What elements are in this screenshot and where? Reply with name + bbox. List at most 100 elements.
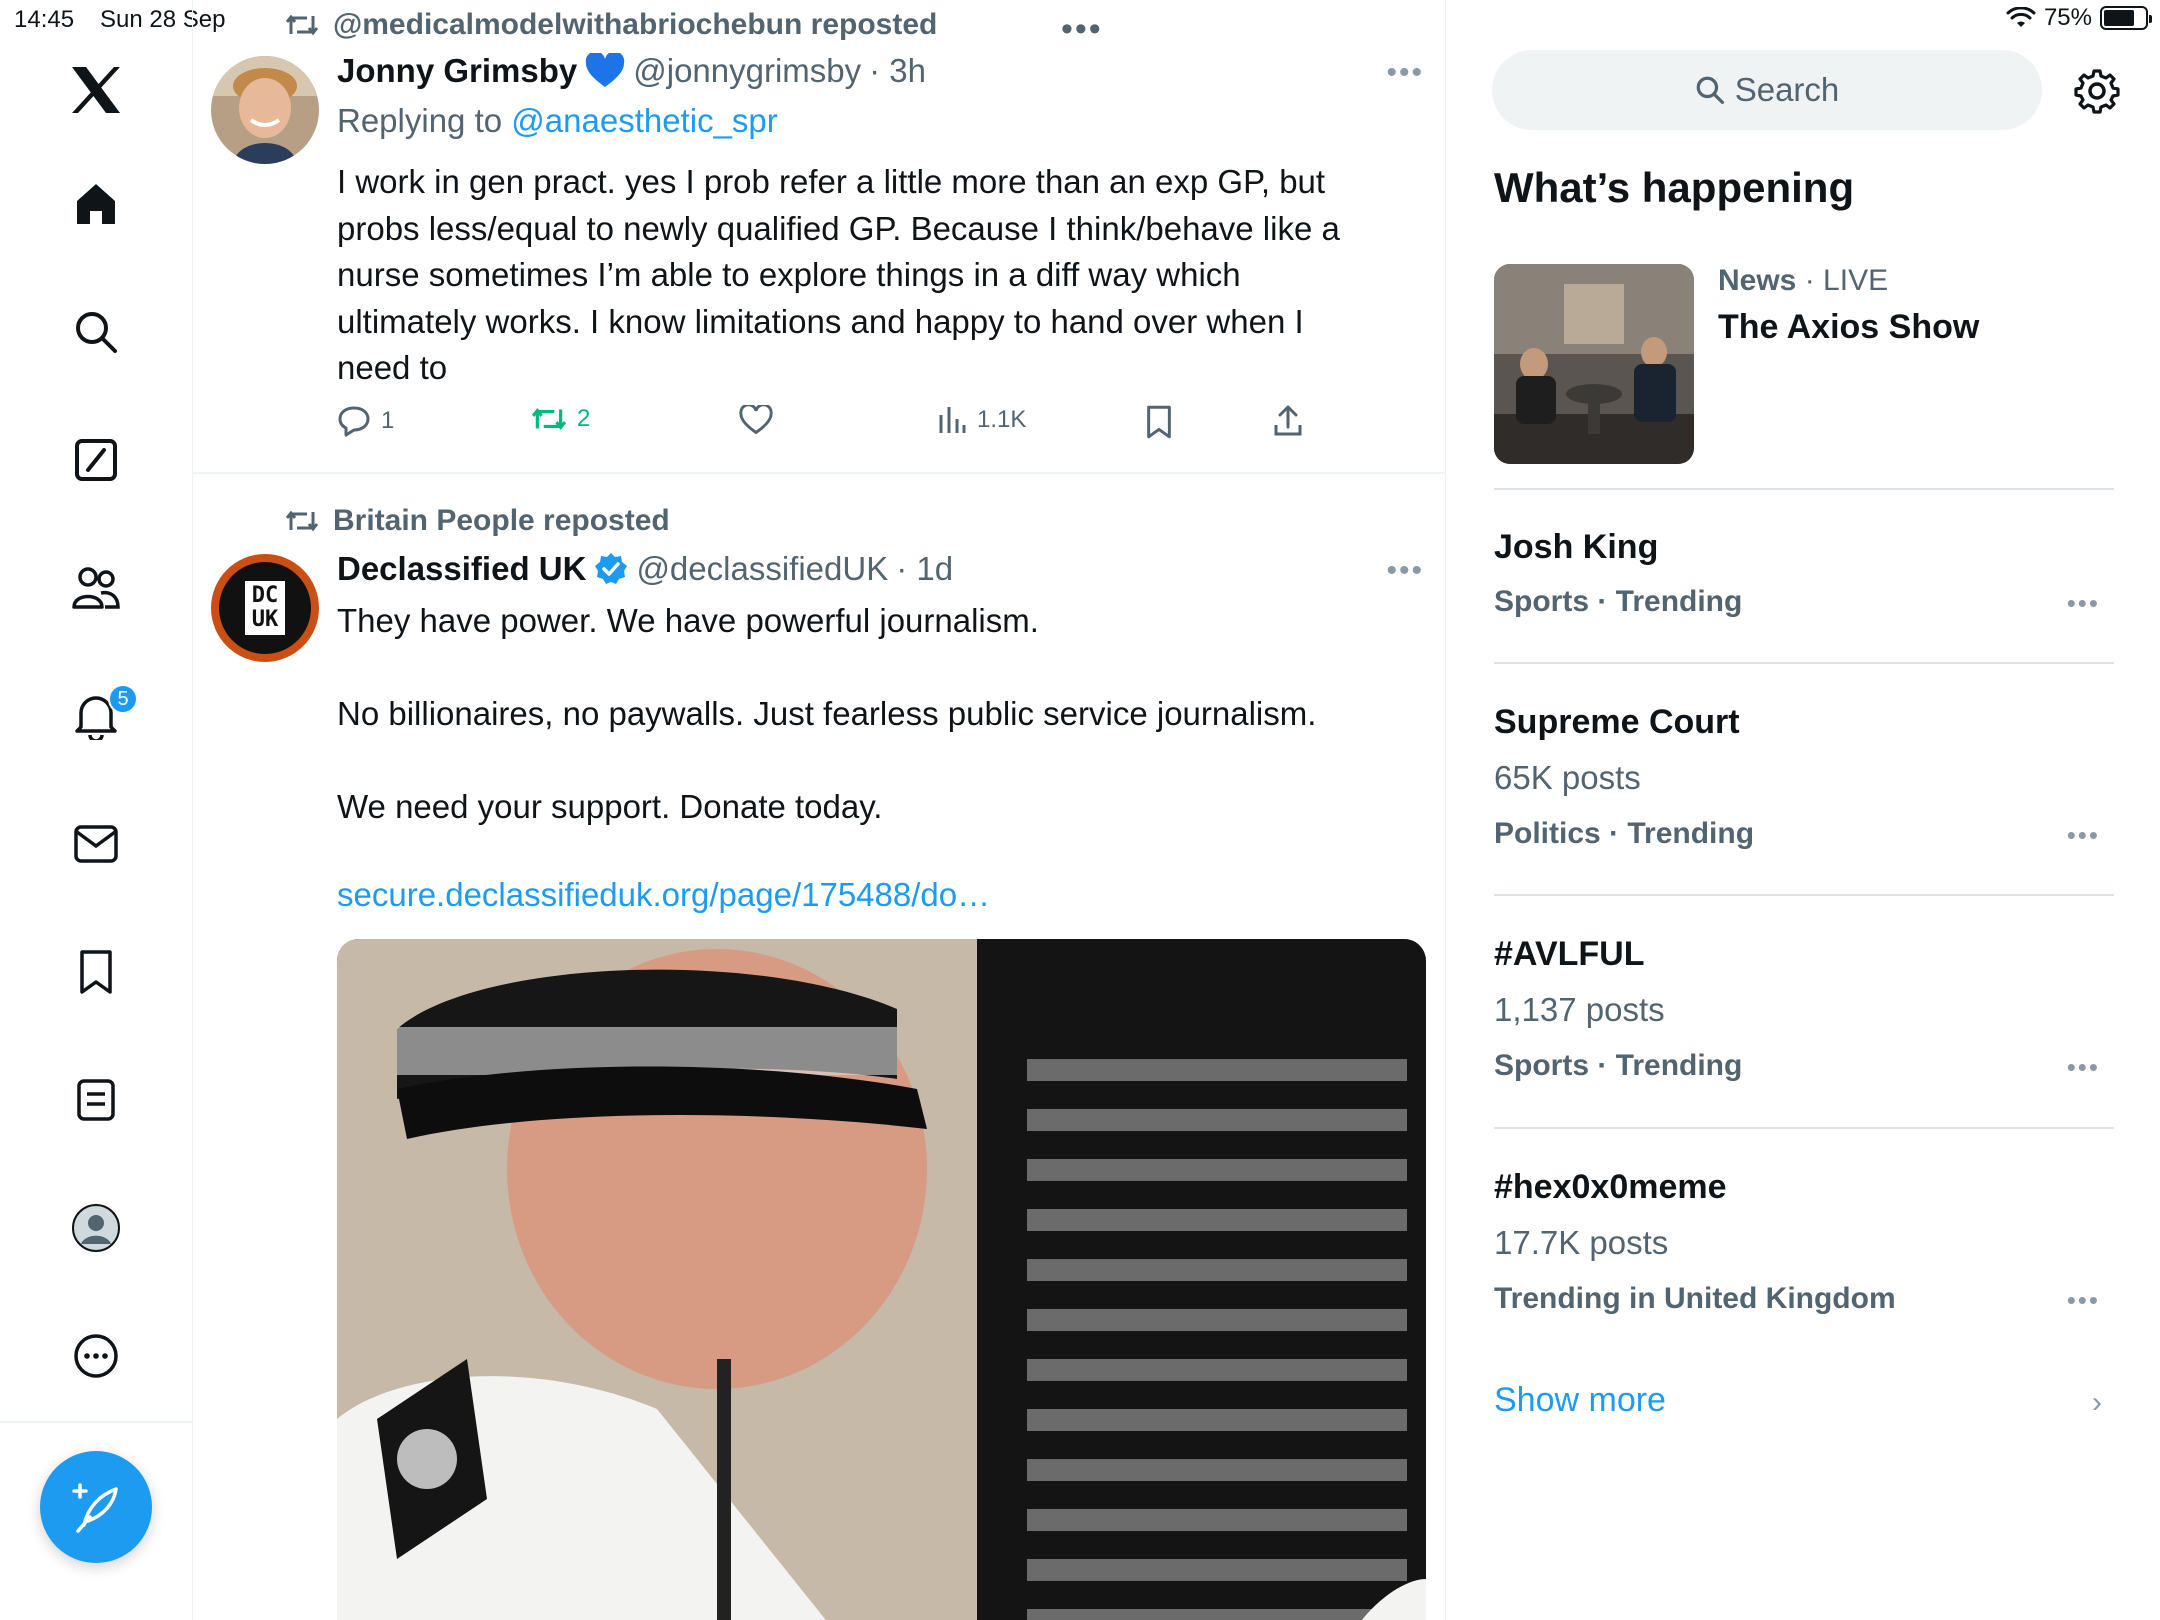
trend-more-icon[interactable]: ••• [2067,820,2100,851]
trend-title: #hex0x0meme [1494,1168,1727,1206]
compose-post-button[interactable] [40,1451,152,1563]
tweet-link[interactable]: secure.declassifieduk.org/page/175488/do… [337,876,990,914]
trend-more-icon[interactable]: ••• [2067,1052,2100,1083]
heart-icon [739,405,773,435]
trend-title: Supreme Court [1494,703,1740,741]
more-options-icon[interactable] [58,1318,134,1394]
reply-mention-link[interactable]: @anaesthetic_spr [511,102,777,139]
tweet-video-media[interactable] [337,939,1426,1620]
views-button[interactable]: 1.1K [937,405,1026,435]
repost-button[interactable]: 2 [531,405,590,433]
search-icon[interactable] [58,294,134,370]
repost-by-text: @medicalmodelwithabriochebun reposted [333,8,938,41]
trend-divider [1494,1127,2114,1129]
trend-count: 1,137 posts [1494,991,1665,1028]
whats-happening-title: What’s happening [1494,164,1855,211]
tweet-text: I work in gen pract. yes I prob refer a … [337,163,1350,386]
trend-divider [1494,894,2114,896]
trend-more-icon[interactable]: ••• [2067,588,2100,619]
chevron-right-icon[interactable]: › [2092,1386,2102,1420]
trend-divider [1494,662,2114,664]
trend-meta: Sports · Trending [1494,585,1743,618]
trend-meta: Politics · Trending [1494,817,1755,850]
x-logo-icon[interactable] [58,52,134,128]
home-icon[interactable] [58,166,134,242]
repost-icon [531,407,567,431]
communities-icon[interactable] [58,550,134,626]
reply-icon [338,406,370,437]
bookmark-button[interactable] [1145,405,1173,439]
repost-icon [285,14,319,36]
trend-more-icon[interactable]: ••• [2067,1285,2100,1316]
replying-to: Replying to @anaesthetic_spr [337,102,778,140]
repost-indicator: Britain People reposted [285,504,670,538]
tweet-time[interactable]: · 1d [896,550,953,588]
news-meta: News · LIVE [1718,264,1888,298]
trend-meta: Trending in United Kingdom [1494,1282,1896,1315]
tweet-time[interactable]: · 3h [869,52,926,90]
news-live-label: · LIVE [1804,264,1889,297]
avatar[interactable] [211,56,319,164]
repost-by-text: Britain People reposted [333,504,670,537]
tweet-declassified-uk[interactable]: Britain People reposted DC UK Declassifi… [193,474,1445,1620]
notifications-badge: 5 [108,684,138,714]
tweet-jonny-grimsby[interactable]: @medicalmodelwithabriochebun reposted Jo… [193,0,1445,474]
trend-item[interactable]: Josh King Sports · Trending ••• [1494,528,2114,638]
share-icon [1274,405,1302,436]
verified-badge-icon [595,553,628,584]
views-count: 1.1K [977,406,1027,433]
reply-button[interactable]: 1 [337,405,394,437]
avatar-logo-text-1: DC [251,583,279,608]
author-handle[interactable]: @declassifiedUK [636,550,888,588]
like-button[interactable] [739,405,773,435]
repost-icon [285,510,319,532]
profile-avatar-icon[interactable] [58,1190,134,1266]
avatar-logo-text-2: UK [251,607,279,632]
avatar[interactable]: DC UK [211,554,319,662]
author-name[interactable]: Jonny Grimsby [337,52,577,90]
author-handle[interactable]: @jonnygrimsby [633,52,861,90]
repost-count: 2 [577,405,591,432]
search-input[interactable]: Search [1492,50,2042,130]
news-title: The Axios Show [1718,308,1980,346]
views-chart-icon [939,407,966,433]
author-name[interactable]: Declassified UK [337,550,586,588]
tweet-header: Declassified UK @declassifiedUK · 1d [337,550,953,588]
search-icon [1696,76,1724,105]
bookmarks-icon[interactable] [58,934,134,1010]
tweet-more-icon[interactable]: ••• [1386,56,1424,90]
reply-count: 1 [381,407,395,434]
trend-item[interactable]: #hex0x0meme 17.7K posts Trending in Unit… [1494,1168,2114,1348]
trend-count: 17.7K posts [1494,1224,1669,1261]
timeline-feed[interactable]: ••• @medicalmodelwithabriochebun reposte… [193,0,1446,1620]
repost-indicator: @medicalmodelwithabriochebun reposted [285,8,937,42]
tweet-text: They have power. We have powerful journa… [337,602,1317,825]
grok-icon[interactable] [58,422,134,498]
settings-gear-icon[interactable] [2074,68,2120,114]
trend-meta: Sports · Trending [1494,1049,1743,1082]
trend-item[interactable]: Supreme Court 65K posts Politics · Trend… [1494,703,2114,883]
trend-title: Josh King [1494,528,1659,566]
trend-count: 65K posts [1494,759,1641,796]
tweet-actions: 1 2 1.1K [337,405,1337,445]
messages-icon[interactable] [58,806,134,882]
blue-heart-icon [586,53,625,87]
left-nav: 5 [0,0,193,1620]
show-more-link[interactable]: Show more [1494,1381,1666,1420]
lists-icon[interactable] [58,1062,134,1138]
trend-item[interactable]: #AVLFUL 1,137 posts Sports · Trending ••… [1494,935,2114,1115]
replying-prefix: Replying to [337,102,503,139]
news-category: News [1718,264,1797,297]
search-placeholder: Search [1734,71,1840,108]
news-thumbnail[interactable] [1494,264,1694,464]
share-button[interactable] [1273,405,1303,437]
right-sidebar: Search What’s happening News · LIVE The … [1446,0,2160,1620]
nav-divider [0,1421,193,1423]
notifications-icon[interactable]: 5 [58,678,138,754]
bookmark-icon [1147,405,1171,439]
trend-divider [1494,488,2114,490]
tweet-header: Jonny Grimsby @jonnygrimsby · 3h [337,52,926,90]
tweet-more-icon[interactable]: ••• [1386,554,1424,588]
trend-title: #AVLFUL [1494,935,1645,973]
compose-quill-icon [72,1483,118,1533]
